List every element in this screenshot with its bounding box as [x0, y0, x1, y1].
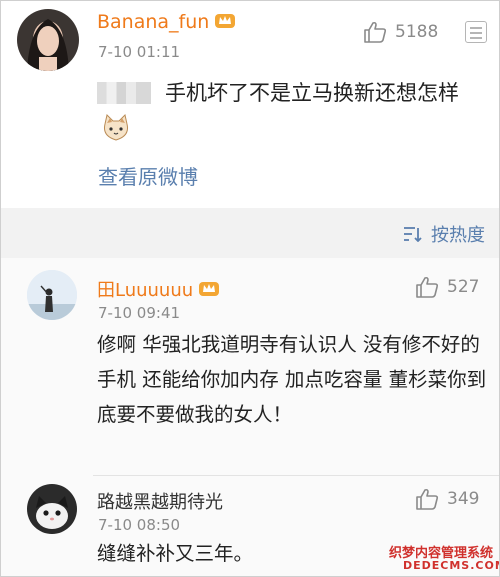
comment-avatar[interactable]: [27, 484, 77, 534]
post-like-count: 5188: [395, 22, 439, 42]
watermark: 织梦内容管理系统 DEDECMS.COM: [389, 542, 500, 576]
vip-crown-icon: [199, 282, 220, 296]
post-text: 手机坏了不是立马换新还想怎样: [97, 75, 477, 147]
comment-like-button[interactable]: 527: [415, 276, 479, 298]
comment-username-text[interactable]: 路越黑越期待光: [97, 492, 223, 513]
view-original-weibo-link[interactable]: 查看原微博: [98, 161, 198, 190]
vip-crown-icon: [215, 14, 236, 28]
comment-avatar[interactable]: [27, 270, 77, 320]
more-options-icon[interactable]: [465, 21, 487, 43]
sort-by-popularity-button[interactable]: 按热度: [403, 221, 485, 247]
thumbs-up-icon: [364, 21, 387, 43]
comment-sort-bar: 按热度: [1, 208, 499, 258]
post-author-avatar[interactable]: [17, 9, 79, 71]
comment-text: 修啊 华强北我道明寺有认识人 没有修不好的手机 还能给你加内存 加点吃容量 董杉…: [97, 333, 487, 426]
post-text-content: 手机坏了不是立马换新还想怎样: [165, 81, 459, 105]
post-like-button[interactable]: 5188: [363, 21, 438, 43]
watermark-line2: DEDECMS.COM: [403, 559, 500, 572]
post-username-text[interactable]: Banana_fun: [97, 11, 209, 33]
weibo-comment-screen: Banana_fun 7-10 01:11 5188 手机坏了不是立马换新还想怎…: [0, 0, 500, 577]
comment-time: 7-10 09:41: [98, 304, 181, 322]
comment-username-text[interactable]: 田Luuuuuu: [97, 280, 193, 301]
censored-mention: [97, 82, 151, 104]
comment-like-count: 527: [447, 277, 480, 297]
cat-emoji-icon: [104, 114, 128, 141]
post-time: 7-10 01:11: [98, 43, 181, 61]
thumbs-up-icon: [416, 276, 439, 298]
comment-item: 田Luuuuuu 7-10 09:41 527 修啊 华强北我道明寺有认识人 没…: [1, 258, 499, 482]
comment-time: 7-10 08:50: [98, 516, 181, 534]
thumbs-up-icon: [416, 488, 439, 510]
post-username[interactable]: Banana_fun: [97, 11, 236, 33]
sort-icon: [404, 227, 422, 242]
sort-label: 按热度: [431, 225, 485, 246]
comment-username[interactable]: 田Luuuuuu: [97, 276, 220, 302]
comment-like-count: 349: [447, 489, 480, 509]
original-post: Banana_fun 7-10 01:11 5188 手机坏了不是立马换新还想怎…: [1, 1, 499, 208]
comment-like-button[interactable]: 349: [415, 488, 479, 510]
comment-username[interactable]: 路越黑越期待光: [97, 488, 223, 514]
